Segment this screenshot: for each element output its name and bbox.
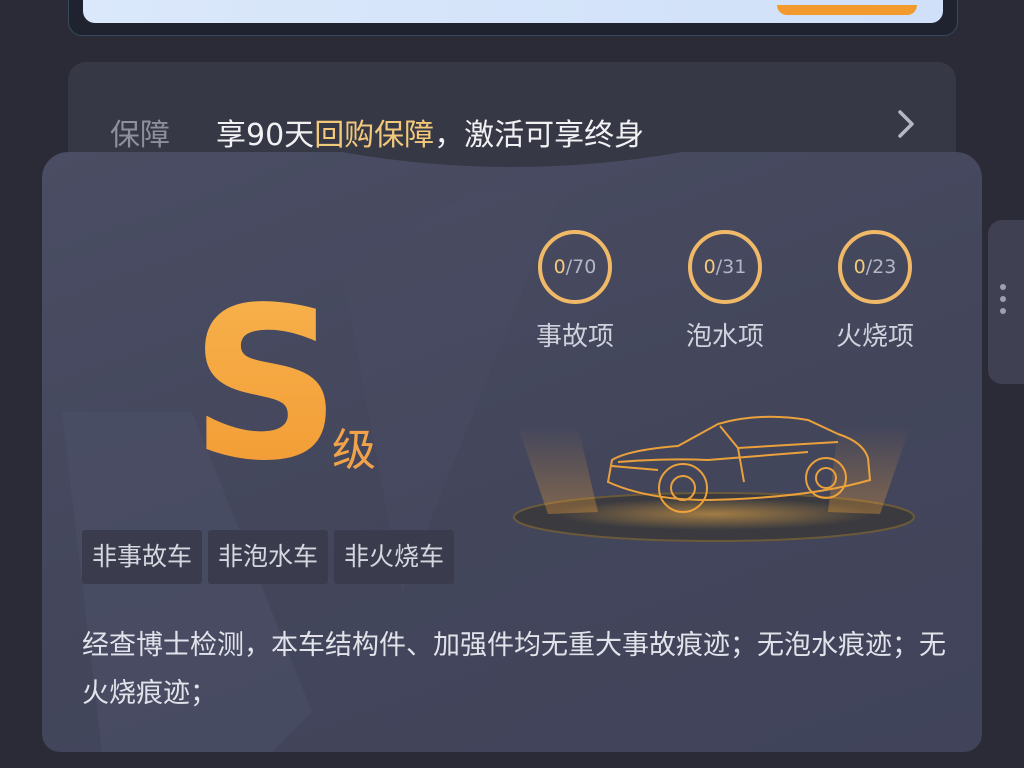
guarantee-text-after: ，激活可享终身	[434, 118, 645, 153]
inspection-card: S 级 0/70 事故项 0/31 泡水项 0/23 火烧项 非事故车 非泡水车…	[42, 152, 982, 752]
inspection-counters: 0/70 事故项 0/31 泡水项 0/23 火烧项	[525, 230, 945, 370]
tag-no-fire: 非火烧车	[334, 530, 454, 584]
guarantee-text-before: 享90天	[216, 118, 315, 153]
counter-label: 火烧项	[835, 322, 914, 352]
counter-accident: 0/70 事故项	[525, 230, 625, 353]
inspection-description: 经查博士检测，本车结构件、加强件均无重大事故痕迹；无泡水痕迹；无火烧痕迹；	[82, 630, 946, 709]
grade-letter: S	[190, 262, 342, 507]
tag-no-accident: 非事故车	[82, 530, 202, 584]
top-banner-card	[68, 0, 958, 36]
counter-total: /31	[715, 256, 747, 278]
counter-ring: 0/31	[688, 230, 762, 304]
counter-value: 0	[853, 256, 866, 278]
counter-label: 泡水项	[685, 322, 764, 352]
inspection-tags: 非事故车 非泡水车 非火烧车	[82, 530, 460, 584]
guarantee-label: 保障	[110, 118, 170, 153]
counter-value: 0	[553, 256, 566, 278]
counter-value: 0	[703, 256, 716, 278]
counter-fire: 0/23 火烧项	[825, 230, 925, 353]
tag-no-flood: 非泡水车	[208, 530, 328, 584]
counter-ring: 0/70	[538, 230, 612, 304]
counter-flood: 0/31 泡水项	[675, 230, 775, 353]
counter-ring: 0/23	[838, 230, 912, 304]
side-float-handle[interactable]	[988, 220, 1024, 384]
grade-suffix: 级	[332, 425, 376, 476]
guarantee-text-highlight: 回购保障	[314, 118, 435, 153]
car-illustration	[508, 402, 920, 552]
counter-total: /70	[565, 256, 597, 278]
chevron-right-icon[interactable]	[894, 106, 920, 142]
guarantee-text: 享90天回购保障，激活可享终身	[216, 110, 644, 154]
top-banner-button[interactable]	[777, 5, 917, 15]
counter-total: /23	[865, 256, 897, 278]
counter-label: 事故项	[535, 322, 614, 352]
more-vertical-icon[interactable]	[1000, 284, 1008, 320]
